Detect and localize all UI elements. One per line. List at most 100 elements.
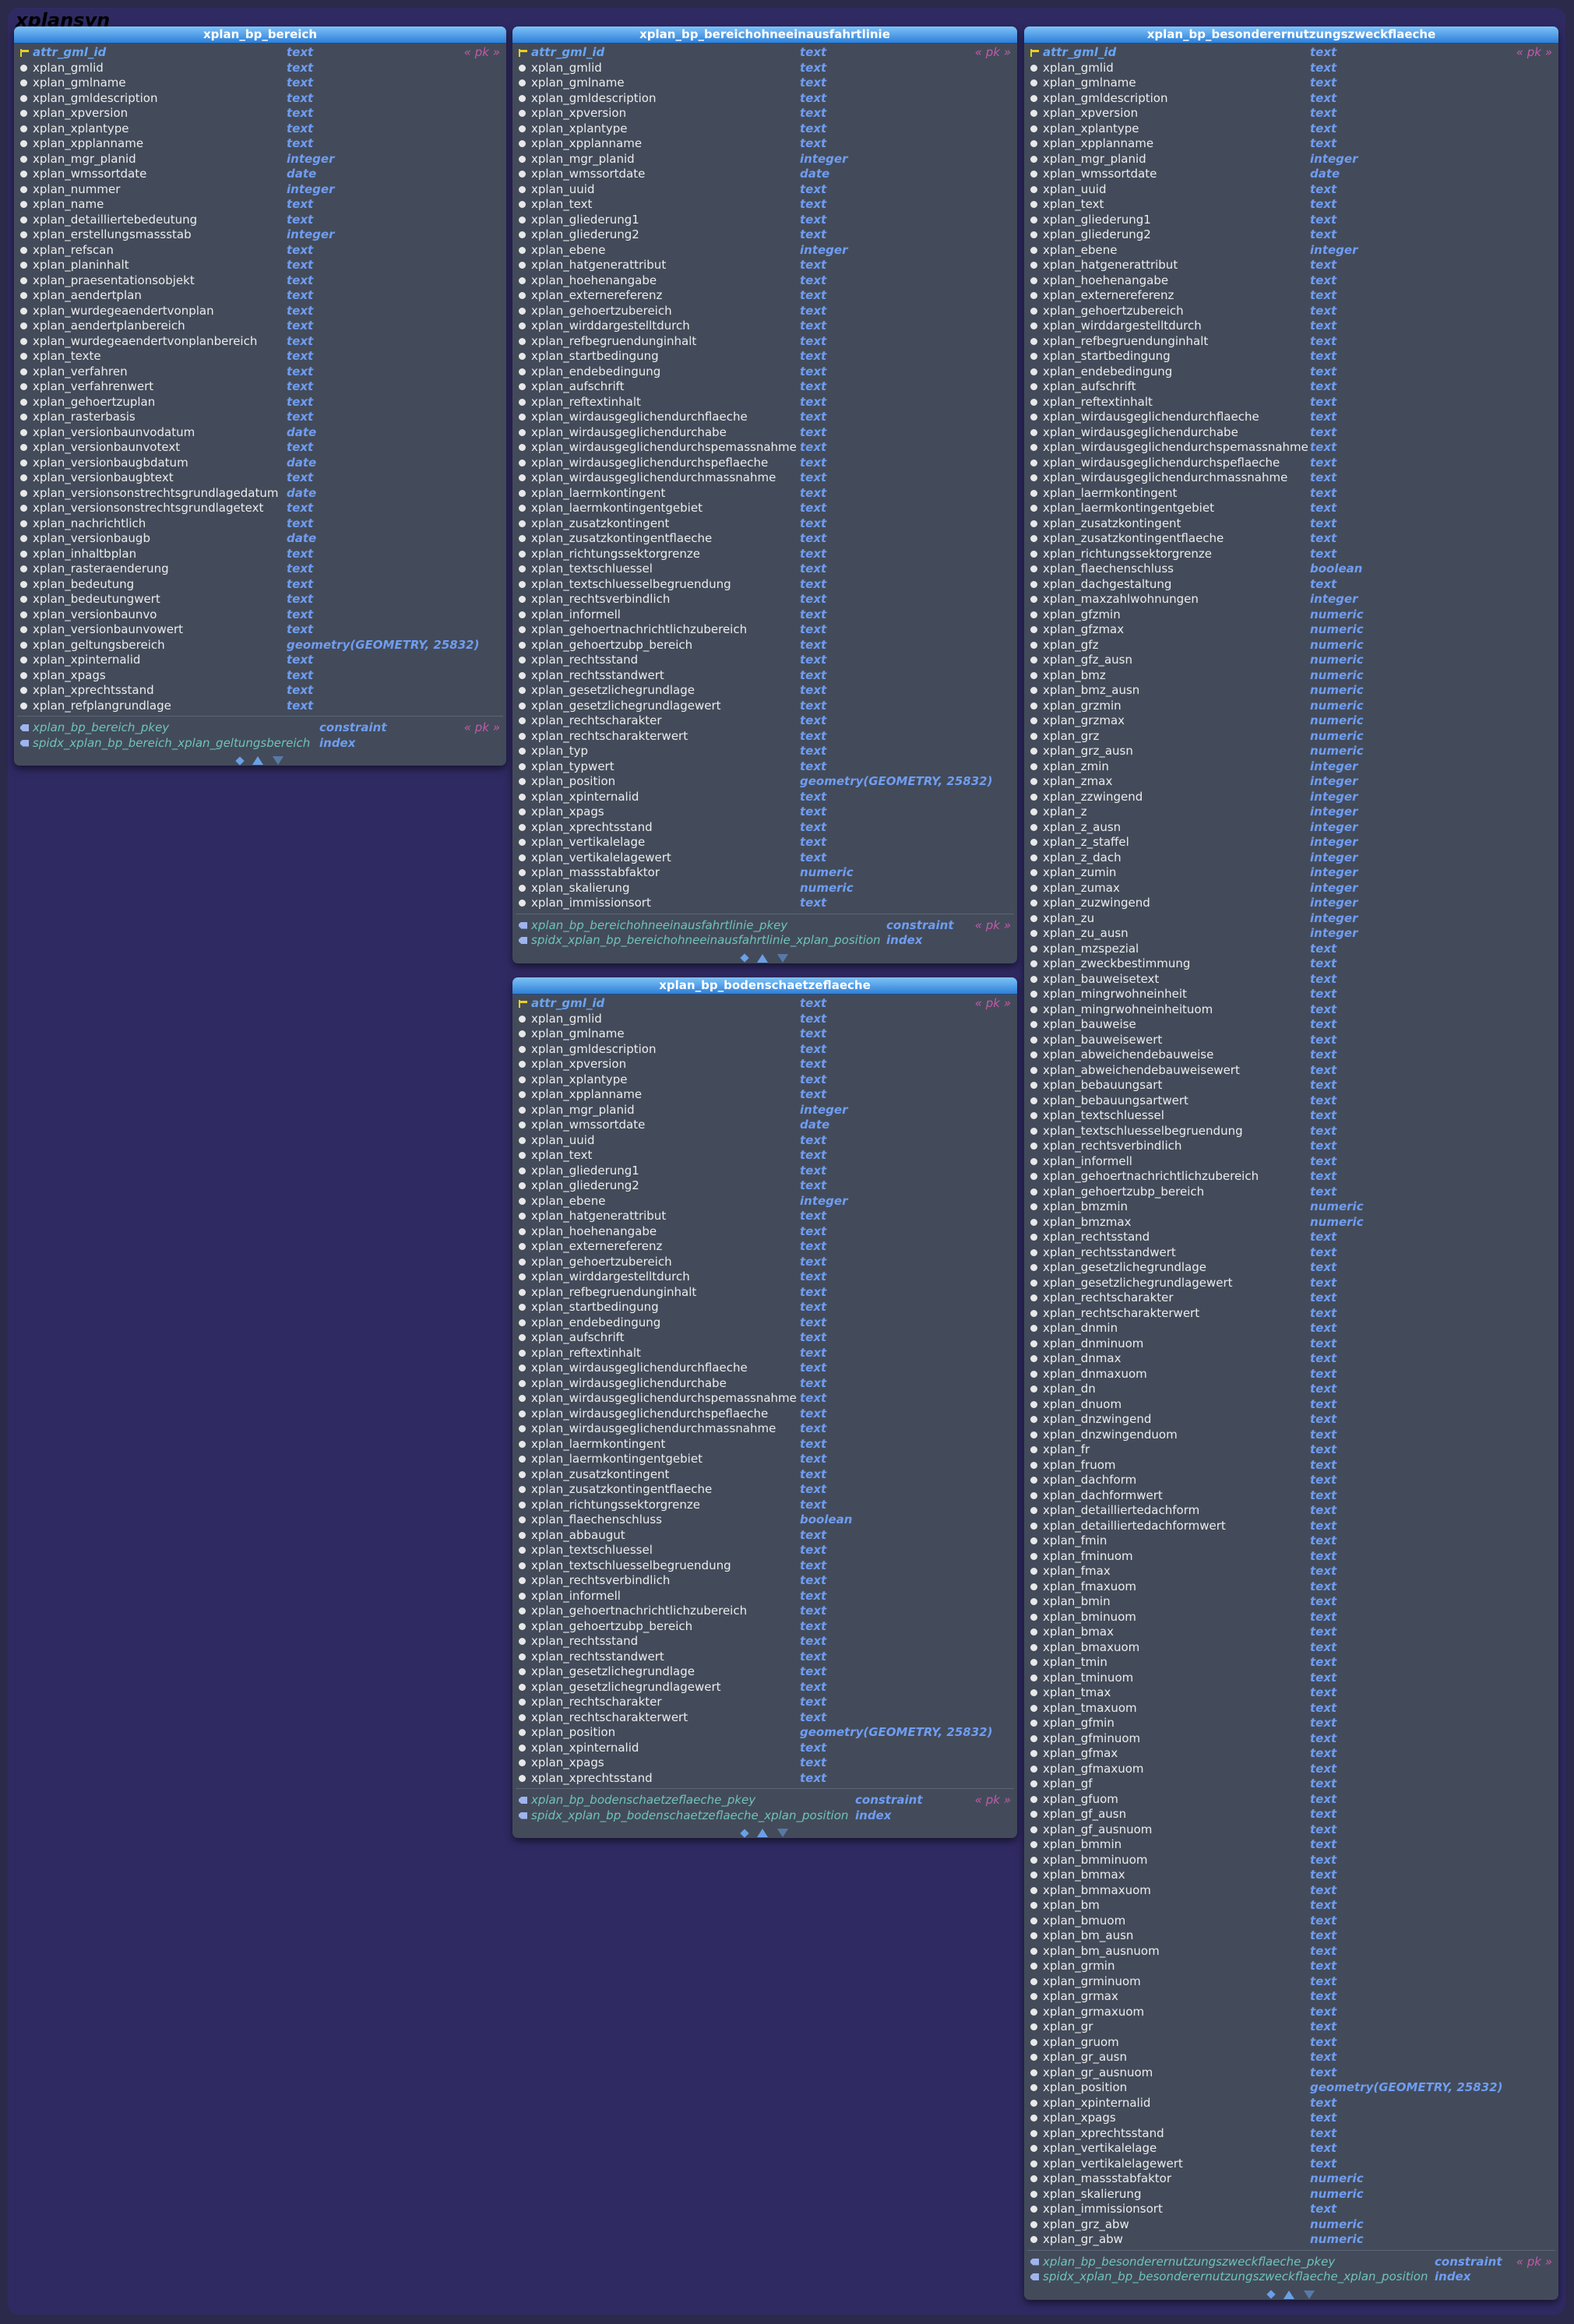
column-row[interactable]: xplan_immissionsort text bbox=[1024, 2202, 1558, 2217]
column-row[interactable]: xplan_immissionsort text bbox=[512, 896, 1017, 911]
column-row[interactable]: xplan_hoehenangabe text bbox=[1024, 273, 1558, 289]
column-row[interactable]: xplan_gf_ausn text bbox=[1024, 1807, 1558, 1822]
diamond-icon[interactable] bbox=[1266, 2290, 1276, 2299]
index-row[interactable]: xplan_bp_besonderernutzungszweckflaeche_… bbox=[1024, 2255, 1558, 2270]
column-row[interactable]: xplan_uuid text bbox=[512, 1133, 1017, 1149]
column-row[interactable]: xplan_gesetzlichegrundlagewert text bbox=[512, 1680, 1017, 1695]
column-row[interactable]: xplan_versionbaugb date bbox=[14, 531, 506, 547]
column-row[interactable]: xplan_flaechenschluss boolean bbox=[512, 1512, 1017, 1528]
column-row[interactable]: xplan_zweckbestimmung text bbox=[1024, 956, 1558, 972]
column-row[interactable]: xplan_rechtsstandwert text bbox=[512, 1650, 1017, 1665]
column-row[interactable]: xplan_versionbaunvodatum date bbox=[14, 425, 506, 441]
column-row[interactable]: xplan_gesetzlichegrundlage text bbox=[512, 1664, 1017, 1680]
column-row[interactable]: xplan_wurdegeaendertvonplan text bbox=[14, 304, 506, 319]
column-row[interactable]: xplan_tmaxuom text bbox=[1024, 1701, 1558, 1717]
column-row[interactable]: xplan_bmzmin numeric bbox=[1024, 1199, 1558, 1215]
column-row[interactable]: xplan_gfuom text bbox=[1024, 1792, 1558, 1808]
column-row[interactable]: xplan_wirdausgeglichendurchmassnahme text bbox=[1024, 470, 1558, 486]
column-row[interactable]: xplan_gfmin text bbox=[1024, 1716, 1558, 1731]
column-row[interactable]: xplan_verfahren text bbox=[14, 364, 506, 380]
column-row[interactable]: xplan_xpags text bbox=[14, 668, 506, 684]
column-row[interactable]: xplan_xpags text bbox=[1024, 2111, 1558, 2126]
diamond-icon[interactable] bbox=[740, 953, 749, 963]
index-row[interactable]: spidx_xplan_bp_besonderernutzungszweckfl… bbox=[1024, 2269, 1558, 2285]
column-row[interactable]: xplan_reftextinhalt text bbox=[1024, 395, 1558, 410]
column-row[interactable]: xplan_bauweisetext text bbox=[1024, 972, 1558, 988]
column-row[interactable]: xplan_mgr_planid integer bbox=[512, 1103, 1017, 1118]
column-row[interactable]: xplan_xprechtsstand text bbox=[512, 820, 1017, 836]
column-row[interactable]: xplan_text text bbox=[512, 1148, 1017, 1164]
column-row[interactable]: xplan_zumax integer bbox=[1024, 881, 1558, 896]
column-row[interactable]: xplan_wurdegeaendertvonplanbereich text bbox=[14, 334, 506, 350]
column-row[interactable]: xplan_laermkontingent text bbox=[512, 486, 1017, 502]
column-row[interactable]: xplan_gmldescription text bbox=[1024, 91, 1558, 107]
column-row[interactable]: xplan_wmssortdate date bbox=[512, 1118, 1017, 1133]
column-row[interactable]: xplan_xplantype text bbox=[1024, 121, 1558, 137]
column-row[interactable]: xplan_tminuom text bbox=[1024, 1671, 1558, 1686]
column-row[interactable]: xplan_gr text bbox=[1024, 2019, 1558, 2035]
column-row[interactable]: xplan_versionbaugbdatum date bbox=[14, 456, 506, 471]
column-row[interactable]: xplan_informell text bbox=[1024, 1154, 1558, 1170]
column-row[interactable]: xplan_rechtsverbindlich text bbox=[512, 592, 1017, 607]
column-row[interactable]: xplan_gfmaxuom text bbox=[1024, 1762, 1558, 1777]
column-row[interactable]: xplan_gehoertzuplan text bbox=[14, 395, 506, 410]
table-xplan_bp_bereich[interactable]: xplan_bp_bereich attr_gml_id text « pk » xpl… bbox=[14, 26, 506, 766]
index-row[interactable]: spidx_xplan_bp_bereichohneeinausfahrtlin… bbox=[512, 933, 1017, 949]
column-row[interactable]: xplan_xpags text bbox=[512, 805, 1017, 820]
column-row[interactable]: xplan_informell text bbox=[512, 1589, 1017, 1604]
column-row[interactable]: xplan_wirddargestelltdurch text bbox=[512, 1269, 1017, 1285]
column-row[interactable]: xplan_grzmin numeric bbox=[1024, 699, 1558, 714]
column-row[interactable]: xplan_gmldescription text bbox=[512, 1042, 1017, 1058]
column-row[interactable]: xplan_externereferenz text bbox=[512, 1239, 1017, 1255]
column-row[interactable]: xplan_fmax text bbox=[1024, 1564, 1558, 1579]
column-row[interactable]: xplan_rasteraenderung text bbox=[14, 562, 506, 577]
column-row[interactable]: xplan_dnmaxuom text bbox=[1024, 1367, 1558, 1382]
column-row[interactable]: xplan_dachform text bbox=[1024, 1473, 1558, 1488]
column-row[interactable]: xplan_zusatzkontingentflaeche text bbox=[1024, 531, 1558, 547]
column-row[interactable]: xplan_richtungssektorgrenze text bbox=[1024, 547, 1558, 562]
column-row[interactable]: xplan_text text bbox=[512, 197, 1017, 213]
column-row[interactable]: xplan_erstellungsmassstab integer bbox=[14, 227, 506, 243]
column-row[interactable]: xplan_versionsonstrechtsgrundlagetext tex… bbox=[14, 501, 506, 516]
column-row[interactable]: xplan_zusatzkontingentflaeche text bbox=[512, 1482, 1017, 1498]
column-row[interactable]: xplan_versionbaunvotext text bbox=[14, 440, 506, 456]
column-row[interactable]: xplan_bedeutung text bbox=[14, 577, 506, 593]
column-row[interactable]: xplan_rechtscharakterwert text bbox=[512, 729, 1017, 745]
column-row[interactable]: xplan_zmin integer bbox=[1024, 759, 1558, 775]
column-row[interactable]: xplan_bmmaxuom text bbox=[1024, 1883, 1558, 1899]
column-row[interactable]: xplan_grzmax numeric bbox=[1024, 713, 1558, 729]
column-row[interactable]: xplan_rechtsstandwert text bbox=[512, 668, 1017, 684]
column-row[interactable]: xplan_wirdausgeglichendurchspeflaeche tex… bbox=[1024, 456, 1558, 471]
column-row[interactable]: xplan_gr_abw numeric bbox=[1024, 2232, 1558, 2248]
column-row[interactable]: xplan_xprechtsstand text bbox=[14, 683, 506, 699]
column-row[interactable]: xplan_wirddargestelltdurch text bbox=[512, 319, 1017, 334]
column-row[interactable]: xplan_z integer bbox=[1024, 805, 1558, 820]
column-row[interactable]: xplan_bm_ausnuom text bbox=[1024, 1944, 1558, 1960]
column-row[interactable]: xplan_grmax text bbox=[1024, 1989, 1558, 2005]
column-row[interactable]: xplan_gehoertnachrichtlichzubereich text bbox=[512, 1604, 1017, 1619]
column-row[interactable]: xplan_gmlid text bbox=[1024, 61, 1558, 76]
column-row[interactable]: xplan_gf text bbox=[1024, 1776, 1558, 1792]
column-row[interactable]: xplan_dnmin text bbox=[1024, 1321, 1558, 1336]
column-row[interactable]: xplan_zusatzkontingent text bbox=[512, 1467, 1017, 1483]
column-row[interactable]: xplan_tmax text bbox=[1024, 1685, 1558, 1701]
column-row[interactable]: xplan_rechtscharakter text bbox=[1024, 1291, 1558, 1306]
column-row[interactable]: xplan_wirdausgeglichendurchabe text bbox=[512, 1376, 1017, 1392]
column-row[interactable]: xplan_vertikalelage text bbox=[512, 835, 1017, 850]
column-row[interactable]: xplan_detailliertebedeutung text bbox=[14, 213, 506, 228]
column-row[interactable]: xplan_hoehenangabe text bbox=[512, 273, 1017, 289]
column-row[interactable]: xplan_versionsonstrechtsgrundlagedatum da… bbox=[14, 486, 506, 502]
column-row[interactable]: xplan_startbedingung text bbox=[512, 1300, 1017, 1315]
column-row[interactable]: xplan_uuid text bbox=[1024, 182, 1558, 198]
column-row[interactable]: xplan_gesetzlichegrundlage text bbox=[1024, 1260, 1558, 1276]
primary-key-row[interactable]: attr_gml_id text « pk » bbox=[512, 45, 1017, 61]
column-row[interactable]: xplan_text text bbox=[1024, 197, 1558, 213]
column-row[interactable]: xplan_abweichendebauweisewert text bbox=[1024, 1063, 1558, 1079]
column-row[interactable]: xplan_bm_ausn text bbox=[1024, 1928, 1558, 1944]
triangle-down-icon[interactable] bbox=[273, 756, 283, 765]
column-row[interactable]: xplan_reftextinhalt text bbox=[512, 395, 1017, 410]
column-row[interactable]: xplan_xpinternalid text bbox=[512, 1741, 1017, 1756]
column-row[interactable]: xplan_wirdausgeglichendurchspemassnahme t… bbox=[512, 440, 1017, 456]
table-header[interactable]: xplan_bp_besonderernutzungszweckflaeche bbox=[1024, 26, 1558, 44]
column-row[interactable]: xplan_position geometry(GEOMETRY, 25832) bbox=[512, 1725, 1017, 1741]
